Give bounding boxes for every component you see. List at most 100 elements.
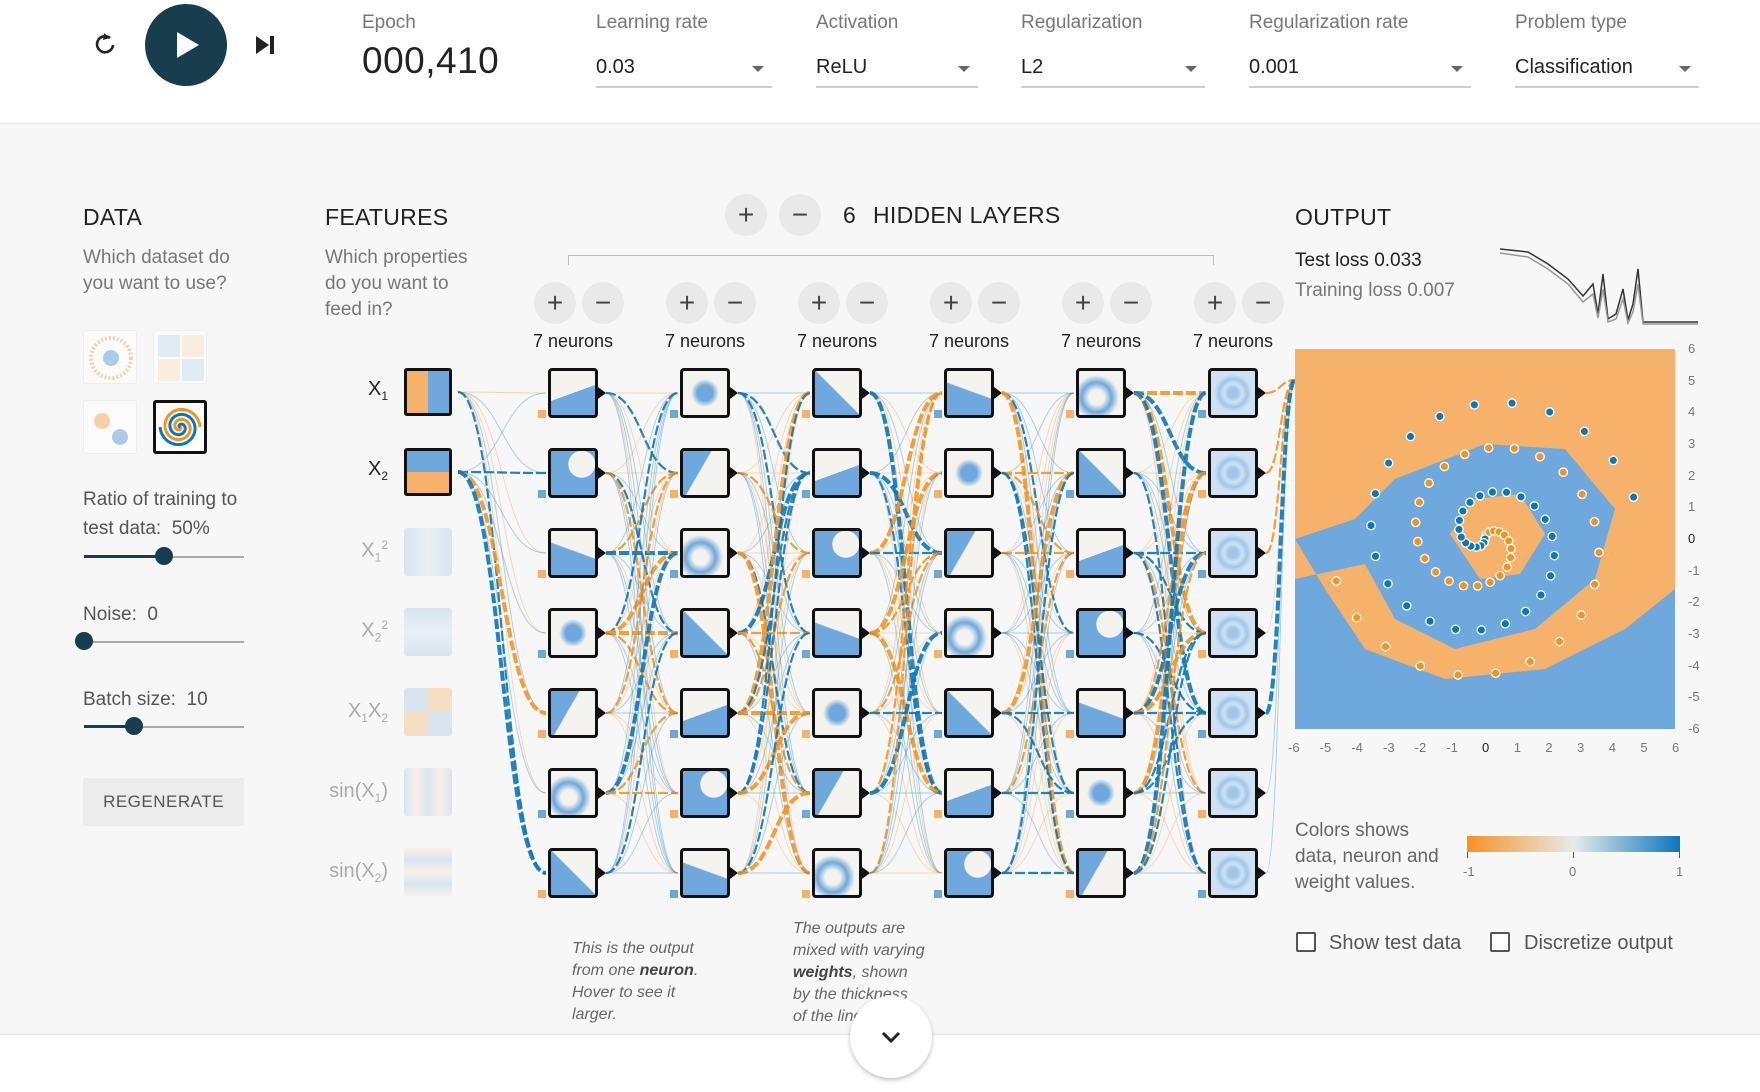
batch-slider-thumb[interactable] (124, 717, 143, 735)
bias-indicator[interactable] (1198, 810, 1206, 818)
dataset-spiral[interactable] (153, 400, 207, 454)
add-neuron-button[interactable]: + (666, 282, 708, 324)
neuron[interactable] (680, 448, 730, 498)
discretize-output-checkbox[interactable] (1490, 932, 1510, 952)
neuron[interactable] (680, 608, 730, 658)
remove-neuron-button[interactable]: − (978, 282, 1020, 324)
bias-indicator[interactable] (670, 890, 678, 898)
neuron[interactable] (1076, 608, 1126, 658)
bias-indicator[interactable] (802, 410, 810, 418)
neuron[interactable] (680, 528, 730, 578)
neuron[interactable] (680, 368, 730, 418)
bias-indicator[interactable] (802, 890, 810, 898)
neuron[interactable] (1208, 608, 1258, 658)
dataset-xor[interactable] (153, 330, 207, 384)
bias-indicator[interactable] (538, 810, 546, 818)
neuron[interactable] (548, 448, 598, 498)
neuron[interactable] (1076, 448, 1126, 498)
neuron[interactable] (812, 848, 862, 898)
dataset-gaussian[interactable] (83, 400, 137, 454)
neuron[interactable] (548, 528, 598, 578)
neuron[interactable] (548, 768, 598, 818)
scroll-down-button[interactable] (850, 996, 932, 1078)
regenerate-button[interactable]: REGENERATE (83, 778, 244, 826)
weight-link[interactable] (1001, 392, 1075, 794)
bias-indicator[interactable] (1066, 570, 1074, 578)
weight-link[interactable] (869, 472, 943, 874)
ratio-slider-thumb[interactable] (155, 547, 173, 565)
feature-x2[interactable] (404, 448, 452, 496)
dataset-circle[interactable] (83, 330, 137, 384)
noise-slider[interactable] (84, 641, 244, 643)
remove-neuron-button[interactable]: − (1110, 282, 1152, 324)
remove-neuron-button[interactable]: − (582, 282, 624, 324)
bias-indicator[interactable] (1198, 410, 1206, 418)
weight-link[interactable] (1265, 379, 1296, 874)
bias-indicator[interactable] (670, 410, 678, 418)
neuron[interactable] (680, 768, 730, 818)
weight-link[interactable] (605, 472, 679, 874)
neuron[interactable] (1208, 848, 1258, 898)
neuron[interactable] (812, 448, 862, 498)
feature-x1sq[interactable] (404, 528, 452, 576)
neuron[interactable] (680, 848, 730, 898)
bias-indicator[interactable] (670, 730, 678, 738)
noise-slider-thumb[interactable] (75, 632, 93, 650)
neuron[interactable] (812, 768, 862, 818)
bias-indicator[interactable] (1066, 490, 1074, 498)
neuron[interactable] (548, 848, 598, 898)
bias-indicator[interactable] (538, 410, 546, 418)
weight-link[interactable] (605, 392, 679, 794)
neuron[interactable] (548, 688, 598, 738)
weight-link[interactable] (457, 392, 547, 473)
bias-indicator[interactable] (1066, 650, 1074, 658)
remove-neuron-button[interactable]: − (846, 282, 888, 324)
neuron[interactable] (1076, 368, 1126, 418)
bias-indicator[interactable] (934, 570, 942, 578)
add-layer-button[interactable]: + (725, 194, 767, 236)
weight-link[interactable] (737, 472, 811, 874)
weight-link[interactable] (1133, 472, 1207, 874)
bias-indicator[interactable] (802, 730, 810, 738)
bias-indicator[interactable] (934, 650, 942, 658)
neuron[interactable] (944, 688, 994, 738)
neuron[interactable] (1076, 688, 1126, 738)
bias-indicator[interactable] (802, 490, 810, 498)
remove-neuron-button[interactable]: − (1242, 282, 1284, 324)
bias-indicator[interactable] (670, 810, 678, 818)
bias-indicator[interactable] (1198, 730, 1206, 738)
bias-indicator[interactable] (1198, 570, 1206, 578)
add-neuron-button[interactable]: + (534, 282, 576, 324)
add-neuron-button[interactable]: + (1062, 282, 1104, 324)
bias-indicator[interactable] (670, 570, 678, 578)
bias-indicator[interactable] (802, 570, 810, 578)
weight-link[interactable] (457, 471, 547, 634)
bias-indicator[interactable] (934, 810, 942, 818)
remove-neuron-button[interactable]: − (714, 282, 756, 324)
weight-link[interactable] (457, 470, 547, 475)
remove-layer-button[interactable]: − (779, 194, 821, 236)
neuron[interactable] (812, 688, 862, 738)
neuron[interactable] (1076, 768, 1126, 818)
neuron[interactable] (1208, 528, 1258, 578)
add-neuron-button[interactable]: + (930, 282, 972, 324)
neuron[interactable] (548, 608, 598, 658)
show-test-data-checkbox[interactable] (1296, 932, 1316, 952)
bias-indicator[interactable] (934, 410, 942, 418)
neuron[interactable] (812, 528, 862, 578)
bias-indicator[interactable] (802, 810, 810, 818)
output-heatmap[interactable] (1295, 349, 1675, 729)
bias-indicator[interactable] (538, 570, 546, 578)
bias-indicator[interactable] (934, 890, 942, 898)
bias-indicator[interactable] (1066, 410, 1074, 418)
bias-indicator[interactable] (670, 490, 678, 498)
neuron[interactable] (1208, 768, 1258, 818)
bias-indicator[interactable] (934, 730, 942, 738)
add-neuron-button[interactable]: + (1194, 282, 1236, 324)
bias-indicator[interactable] (1198, 490, 1206, 498)
bias-indicator[interactable] (538, 730, 546, 738)
weight-link[interactable] (457, 391, 547, 394)
neuron[interactable] (944, 608, 994, 658)
weight-link[interactable] (1133, 392, 1207, 794)
feature-x2sq[interactable] (404, 608, 452, 656)
